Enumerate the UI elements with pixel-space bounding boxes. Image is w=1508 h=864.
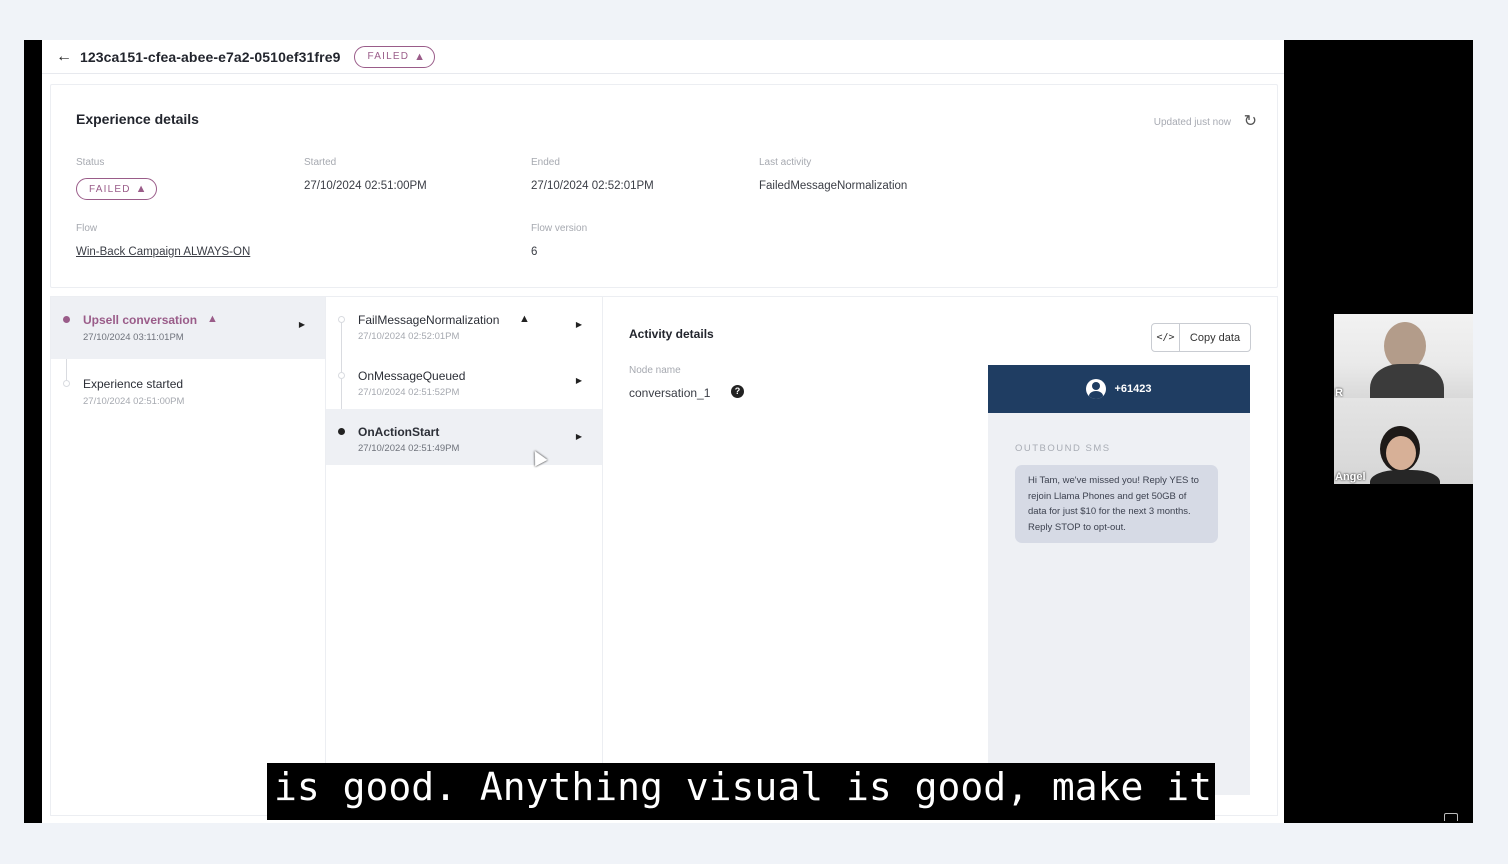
activity-time: 27/10/2024 02:51:52PM — [358, 387, 460, 398]
experience-details-card: Experience details Updated just now ↻ St… — [50, 84, 1278, 288]
activity-title: OnActionStart — [358, 425, 440, 439]
participant-face — [1384, 322, 1426, 370]
activity-time: 27/10/2024 02:51:49PM — [358, 443, 460, 454]
activity-dot — [338, 372, 345, 379]
sms-message-bubble: Hi Tam, we've missed you! Reply YES to r… — [1015, 465, 1218, 543]
timeline-item-time: 27/10/2024 03:11:01PM — [83, 332, 184, 343]
participant-body — [1370, 364, 1444, 400]
last-activity-label: Last activity — [759, 157, 812, 168]
activity-time: 27/10/2024 02:52:01PM — [358, 331, 460, 342]
participant-video-angel[interactable]: Angel — [1334, 398, 1473, 484]
flow-version-label: Flow version — [531, 223, 588, 234]
updated-status: Updated just now — [1153, 117, 1231, 128]
timeline-item-experience-started[interactable]: Experience started 27/10/2024 02:51:00PM — [51, 361, 325, 423]
app-window: ← 123ca151-cfea-abee-e7a2-0510ef31fre9 F… — [42, 40, 1284, 823]
section-title: Experience details — [76, 111, 199, 127]
last-activity-value: FailedMessageNormalization — [759, 180, 908, 192]
participant-face — [1386, 436, 1416, 470]
participant-name: Angel — [1335, 471, 1366, 483]
node-name-label: Node name — [629, 365, 681, 376]
code-icon: </> — [1152, 324, 1180, 351]
activity-title: FailMessageNormalization — [358, 313, 500, 327]
timeline-column: Upsell conversation ▲ 27/10/2024 03:11:0… — [51, 297, 326, 815]
status-badge: FAILED ▲ — [76, 178, 157, 200]
caret-right-icon: ▶ — [575, 432, 582, 441]
caret-right-icon: ▶ — [575, 376, 582, 385]
activity-dot — [338, 428, 345, 435]
timeline-dot — [63, 380, 70, 387]
activity-details-panel: Activity details </> Copy data Node name… — [603, 297, 1279, 815]
activity-item-failmessagenormalization[interactable]: FailMessageNormalization ▲ 27/10/2024 02… — [326, 297, 602, 359]
caret-right-icon: ▶ — [298, 320, 305, 329]
back-arrow-icon[interactable]: ← — [56, 48, 80, 66]
warning-icon: ▲ — [135, 183, 147, 195]
activity-details-title: Activity details — [629, 327, 714, 341]
top-bar: ← 123ca151-cfea-abee-e7a2-0510ef31fre9 F… — [42, 40, 1284, 74]
timeline-item-title: Upsell conversation — [83, 313, 198, 327]
ended-label: Ended — [531, 157, 560, 168]
flow-label: Flow — [76, 223, 98, 234]
activity-item-onactionstart[interactable]: OnActionStart 27/10/2024 02:51:49PM ▶ — [326, 409, 602, 465]
contact-avatar-icon — [1086, 379, 1107, 399]
activity-item-onmessagequeued[interactable]: OnMessageQueued 27/10/2024 02:51:52PM ▶ — [326, 353, 602, 415]
ended-value: 27/10/2024 02:52:01PM — [531, 180, 654, 192]
status-badge: FAILED ▲ — [354, 45, 436, 68]
experience-id: 123ca151-cfea-abee-e7a2-0510ef31fre9 — [80, 48, 341, 65]
node-name-value: conversation_1 — [629, 386, 711, 400]
participant-body — [1370, 470, 1440, 484]
activity-title: OnMessageQueued — [358, 369, 466, 383]
warning-icon: ▲ — [207, 313, 218, 325]
sms-preview: +61423 OUTBOUND SMS Hi Tam, we've missed… — [988, 365, 1250, 795]
flow-link[interactable]: Win-Back Campaign ALWAYS-ON — [76, 246, 250, 258]
flow-version-value: 6 — [531, 246, 538, 258]
timeline-item-upsell[interactable]: Upsell conversation ▲ 27/10/2024 03:11:0… — [51, 297, 325, 359]
fullscreen-icon[interactable] — [1444, 813, 1458, 821]
started-label: Started — [304, 157, 337, 168]
sms-preview-header: +61423 — [988, 365, 1250, 413]
started-value: 27/10/2024 02:51:00PM — [304, 180, 427, 192]
participant-video-r[interactable]: R — [1334, 314, 1473, 400]
warning-icon: ▲ — [414, 50, 426, 63]
caret-right-icon: ▶ — [575, 320, 582, 329]
screen-share-frame: ← 123ca151-cfea-abee-e7a2-0510ef31fre9 F… — [24, 40, 1473, 823]
status-badge-label: FAILED — [89, 183, 131, 195]
activity-panels: Upsell conversation ▲ 27/10/2024 03:11:0… — [50, 296, 1278, 816]
outbound-sms-label: OUTBOUND SMS — [1015, 443, 1111, 454]
refresh-icon[interactable]: ↻ — [1244, 111, 1257, 131]
activities-column: FailMessageNormalization ▲ 27/10/2024 02… — [326, 297, 603, 815]
status-badge-label: FAILED — [367, 51, 410, 62]
phone-number: +61423 — [1114, 383, 1152, 395]
warning-icon: ▲ — [519, 313, 530, 325]
timeline-item-time: 27/10/2024 02:51:00PM — [83, 396, 185, 407]
copy-data-label: Copy data — [1189, 331, 1241, 344]
copy-data-button[interactable]: </> Copy data — [1151, 323, 1251, 352]
activity-dot — [338, 316, 345, 323]
timeline-dot — [63, 316, 70, 323]
help-icon[interactable]: ? — [731, 385, 744, 398]
status-label: Status — [76, 157, 105, 168]
timeline-item-title: Experience started — [83, 377, 184, 391]
subtitle-caption: is good. Anything visual is good, make i… — [267, 763, 1215, 820]
